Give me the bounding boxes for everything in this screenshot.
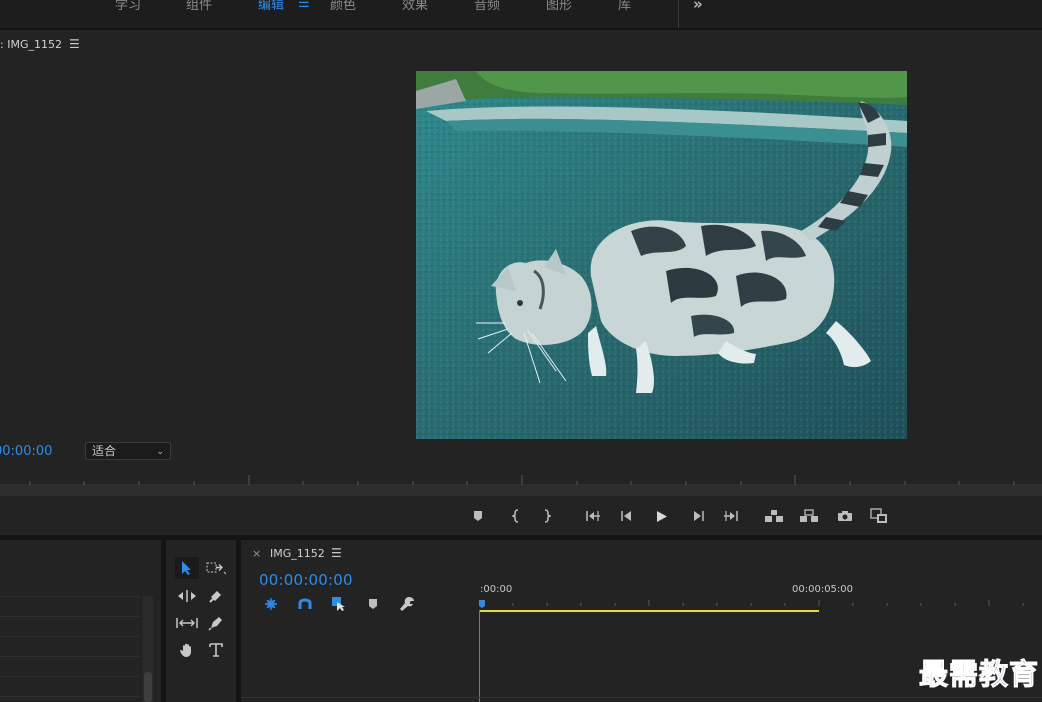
monitor-zoom-scrollbar[interactable] (0, 486, 1042, 496)
pen-icon[interactable] (204, 612, 228, 634)
workspace-separator (678, 0, 679, 28)
timeline-ruler[interactable]: :00:00 00:00:05:00 (479, 584, 1042, 614)
list-row-divider (0, 676, 140, 677)
wrench-icon[interactable] (398, 595, 416, 613)
step-back-icon[interactable] (616, 506, 638, 526)
program-monitor-menu-icon[interactable]: ☰ (69, 37, 80, 51)
compare-view-icon[interactable] (868, 506, 890, 526)
workspace-tab-learn[interactable]: 学习 (115, 0, 141, 13)
workspace-tab-color[interactable]: 颜色 (330, 0, 356, 13)
cat-on-asphalt-frame (416, 71, 907, 439)
ripple-edit-icon[interactable] (175, 585, 199, 607)
transport-controls (0, 502, 1042, 530)
project-panel (0, 540, 161, 702)
sequence-tab-title[interactable]: IMG_1152 (270, 547, 325, 560)
list-row-divider (0, 636, 140, 637)
fit-zoom-select[interactable]: 适合 ⌄ (85, 442, 171, 460)
nest-icon[interactable] (262, 595, 280, 613)
tools-panel (166, 540, 236, 702)
snap-magnet-icon[interactable] (296, 595, 314, 613)
program-monitor-title[interactable]: : IMG_1152 (0, 38, 62, 51)
playhead-handle (479, 600, 485, 608)
extract-icon[interactable] (798, 506, 820, 526)
monitor-time-ruler[interactable] (0, 472, 1042, 486)
play-icon[interactable] (651, 506, 673, 526)
list-row-divider (0, 656, 140, 657)
workspace-tab-audio[interactable]: 音频 (474, 0, 500, 13)
workspace-tab-effects[interactable]: 效果 (402, 0, 428, 13)
step-forward-icon[interactable] (687, 506, 709, 526)
razor-icon[interactable] (204, 585, 228, 607)
playhead-line[interactable] (479, 610, 480, 702)
workspace-tab-libraries[interactable]: 库 (618, 0, 631, 13)
slip-icon[interactable] (175, 612, 199, 634)
export-frame-icon[interactable] (834, 506, 856, 526)
selection-tool-icon[interactable] (175, 557, 199, 579)
go-to-in-icon[interactable] (582, 506, 604, 526)
list-row-divider (0, 616, 140, 617)
video-preview (416, 71, 907, 439)
list-row-divider (0, 596, 140, 597)
program-timecode[interactable]: 00:00:00 (0, 444, 52, 459)
mark-in-icon[interactable] (505, 506, 527, 526)
go-to-out-icon[interactable] (720, 506, 742, 526)
lift-icon[interactable] (763, 506, 785, 526)
workspace-tab-graphics[interactable]: 图形 (546, 0, 572, 13)
list-row-divider (0, 696, 140, 697)
ruler-ticks (479, 600, 1024, 612)
linked-selection-icon[interactable] (330, 595, 348, 613)
fit-zoom-value: 适合 (92, 444, 117, 458)
timeline-timecode[interactable]: 00:00:00:00 (259, 571, 353, 589)
track-select-forward-icon[interactable] (204, 557, 228, 579)
type-tool-icon[interactable] (204, 639, 228, 661)
chevron-down-icon: ⌄ (156, 447, 164, 457)
workspace-tab-editing[interactable]: 编辑 (258, 0, 284, 13)
program-monitor: : IMG_1152 ☰ 0:00:00 适合 ⌄ (0, 32, 1042, 535)
timeline-menu-icon[interactable]: ☰ (331, 546, 342, 560)
workspace-tab-assembly[interactable]: 组件 (186, 0, 212, 13)
add-marker-icon[interactable] (364, 595, 382, 613)
close-icon[interactable]: × (252, 547, 261, 560)
watermark-logo: 最需教育 (918, 657, 1040, 692)
add-marker-icon[interactable] (467, 506, 489, 526)
workspace-bar: 学习 组件 编辑 ☰ 颜色 效果 音频 图形 库 » (0, 0, 1042, 30)
hand-icon[interactable] (175, 639, 199, 661)
workspace-menu-icon[interactable]: ☰ (298, 0, 310, 11)
project-scrollbar-thumb[interactable] (144, 672, 152, 702)
track-divider (241, 697, 1042, 698)
mark-out-icon[interactable] (536, 506, 558, 526)
workspace-overflow-button[interactable]: » (693, 0, 703, 13)
